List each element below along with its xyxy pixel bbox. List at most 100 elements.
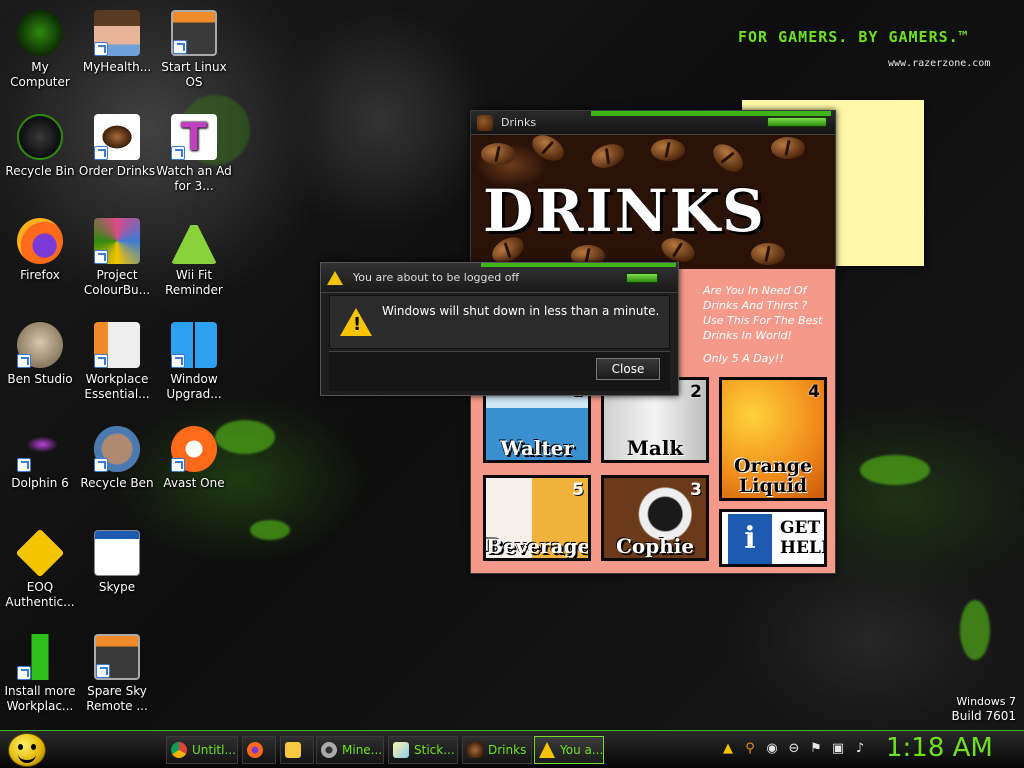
wallpaper-slogan: FOR GAMERS. BY GAMERS.™ — [738, 28, 969, 46]
desktop-icon-label: Skype — [98, 580, 136, 594]
logoff-dialog-footer: Close — [329, 351, 670, 391]
wii-fit-icon — [171, 218, 217, 264]
logoff-dialog-message: Windows will shut down in less than a mi… — [382, 304, 660, 318]
desktop-icon-workplace-essential[interactable]: Workplace Essential... — [77, 322, 157, 402]
coffee-bean-graphic — [707, 138, 749, 178]
tile-number: 5 — [572, 480, 584, 500]
desktop-icon-dolphin[interactable]: Dolphin 6 — [0, 426, 80, 491]
coffee-bean-graphic — [481, 143, 515, 165]
desktop-icon-label: MyHealth... — [82, 60, 152, 74]
wallpaper-splat — [960, 600, 990, 660]
taskbar-item-label: Stick... — [414, 743, 455, 757]
warning-icon — [340, 308, 372, 336]
tray-warning-icon[interactable]: ▲ — [720, 741, 736, 757]
tile-number: 3 — [690, 480, 702, 500]
warning-icon — [539, 742, 555, 758]
letter-t-icon: T — [171, 114, 217, 160]
desktop-icon-firefox[interactable]: Firefox — [0, 218, 80, 283]
desktop-icon-watch-ad[interactable]: T Watch an Ad for 3... — [154, 114, 234, 194]
sticky-notes-icon — [393, 742, 409, 758]
desktop-icon-project-colourbu[interactable]: Project ColourBu... — [77, 218, 157, 298]
promo-text: Are You In Need Of Drinks And Thirst ? U… — [703, 284, 823, 342]
desktop-icon-label: Watch an Ad for 3... — [156, 164, 232, 193]
taskbar-item-label: Drinks — [488, 743, 527, 757]
taskbar: Untitl... Mine... Stick... Drinks You a.… — [0, 730, 1024, 768]
search-icon[interactable]: ⚲ — [742, 741, 758, 757]
taskbar-item-logoff-dialog[interactable]: You a... — [534, 736, 604, 764]
desktop-icon-label: EOQ Authentic... — [5, 580, 75, 609]
desktop-icon-label: My Computer — [10, 60, 70, 89]
coffee-bean-icon — [477, 114, 493, 131]
download-arrow-icon — [17, 634, 63, 680]
logoff-dialog-titlebar[interactable]: You are about to be logged off — [321, 263, 678, 293]
taskbar-item-firefox[interactable] — [242, 736, 276, 764]
coffee-bean-graphic — [751, 243, 785, 265]
taskbar-item-label: Untitl... — [192, 743, 236, 757]
desktop-icon-start-linux[interactable]: Start Linux OS — [154, 10, 234, 90]
firefox-icon — [247, 742, 263, 758]
folder-icon — [285, 742, 301, 758]
coffee-bean-graphic — [771, 137, 805, 159]
close-button[interactable]: Close — [596, 358, 660, 380]
wallpaper-splat — [250, 520, 290, 540]
desktop-icon-label: Recycle Ben — [80, 476, 154, 490]
desktop-icon-install-more[interactable]: Install more Workplac... — [0, 634, 80, 714]
drinks-promo: Are You In Need Of Drinks And Thirst ? U… — [703, 283, 823, 366]
desktop-icon-order-drinks[interactable]: Order Drinks — [77, 114, 157, 179]
tile-number: 4 — [808, 382, 820, 402]
get-help-label: GET HELP — [780, 518, 824, 558]
start-button[interactable] — [8, 733, 46, 767]
volume-icon[interactable]: ♪ — [852, 741, 868, 757]
coffee-bean-icon — [94, 114, 140, 160]
warning-icon — [327, 270, 343, 285]
desktop-icon-ben-studio[interactable]: Ben Studio — [0, 322, 80, 387]
window-controls[interactable] — [767, 117, 827, 127]
drink-tile-cophie[interactable]: 3 Cophie — [601, 475, 709, 561]
desktop-icon-skype[interactable]: Skype — [77, 530, 157, 595]
taskbar-item-chrome[interactable]: Untitl... — [166, 736, 238, 764]
logoff-dialog[interactable]: You are about to be logged off Windows w… — [320, 262, 679, 396]
tile-name: Walter — [500, 436, 574, 460]
drink-tile-beverage[interactable]: 5 Beverage — [483, 475, 591, 561]
tray-minus-icon[interactable]: ⊖ — [786, 741, 802, 757]
desktop-icon-label: Order Drinks — [78, 164, 156, 178]
desktop-icon-eoq[interactable]: EOQ Authentic... — [0, 528, 80, 610]
documents-icon — [94, 322, 140, 368]
taskbar-item-explorer[interactable] — [280, 736, 314, 764]
windows-logo-icon — [171, 322, 217, 368]
desktop-icon-label: Firefox — [20, 268, 60, 282]
desktop-icon-avast[interactable]: Avast One — [154, 426, 234, 491]
drinks-window-title: Drinks — [501, 116, 537, 129]
window-controls[interactable] — [626, 273, 658, 283]
get-help-tile[interactable]: i GET HELP — [719, 509, 827, 567]
coffee-bean-graphic — [527, 135, 569, 167]
desktop-icon-myhealth[interactable]: MyHealth... — [77, 10, 157, 75]
drinks-titlebar[interactable]: Drinks — [471, 111, 835, 135]
taskbar-item-drinks[interactable]: Drinks — [462, 736, 532, 764]
desktop-icon-recycle-ben[interactable]: Recycle Ben — [77, 426, 157, 491]
windows-version-name: Windows 7 — [956, 695, 1016, 708]
desktop-icon-label: Ben Studio — [7, 372, 73, 386]
desktop-icon-my-computer[interactable]: My Computer — [0, 10, 80, 90]
flag-icon[interactable]: ⚑ — [808, 741, 824, 757]
desktop-icon-recycle-bin[interactable]: Recycle Bin — [0, 114, 80, 179]
firefox-icon — [17, 218, 63, 264]
desktop-icon-spare-sky[interactable]: Spare Sky Remote ... — [77, 634, 157, 714]
desktop-icon-wii-fit[interactable]: Wii Fit Reminder — [154, 218, 234, 298]
promo-offer: Only 5 A Day!! — [703, 352, 784, 365]
desktop-icon-label: Start Linux OS — [161, 60, 227, 89]
desktop-icon-label: Window Upgrad... — [166, 372, 222, 401]
tile-name: Orange Liquid — [733, 455, 813, 497]
network-icon[interactable]: ▣ — [830, 741, 846, 757]
drinks-banner: DRINKS — [471, 135, 835, 269]
drink-tile-orange-liquid[interactable]: 4 Orange Liquid — [719, 377, 827, 501]
taskbar-clock[interactable]: 1:18 AM — [886, 733, 993, 763]
taskbar-item-sticky-notes[interactable]: Stick... — [388, 736, 458, 764]
windows-build: Build 7601 — [951, 709, 1016, 723]
tray-app-icon[interactable]: ◉ — [764, 741, 780, 757]
desktop-icon-window-upgrad[interactable]: Window Upgrad... — [154, 322, 234, 402]
taskbar-item-mine[interactable]: Mine... — [316, 736, 384, 764]
face-icon — [94, 426, 140, 472]
tile-name: Cophie — [615, 534, 695, 558]
collage-icon — [94, 218, 140, 264]
